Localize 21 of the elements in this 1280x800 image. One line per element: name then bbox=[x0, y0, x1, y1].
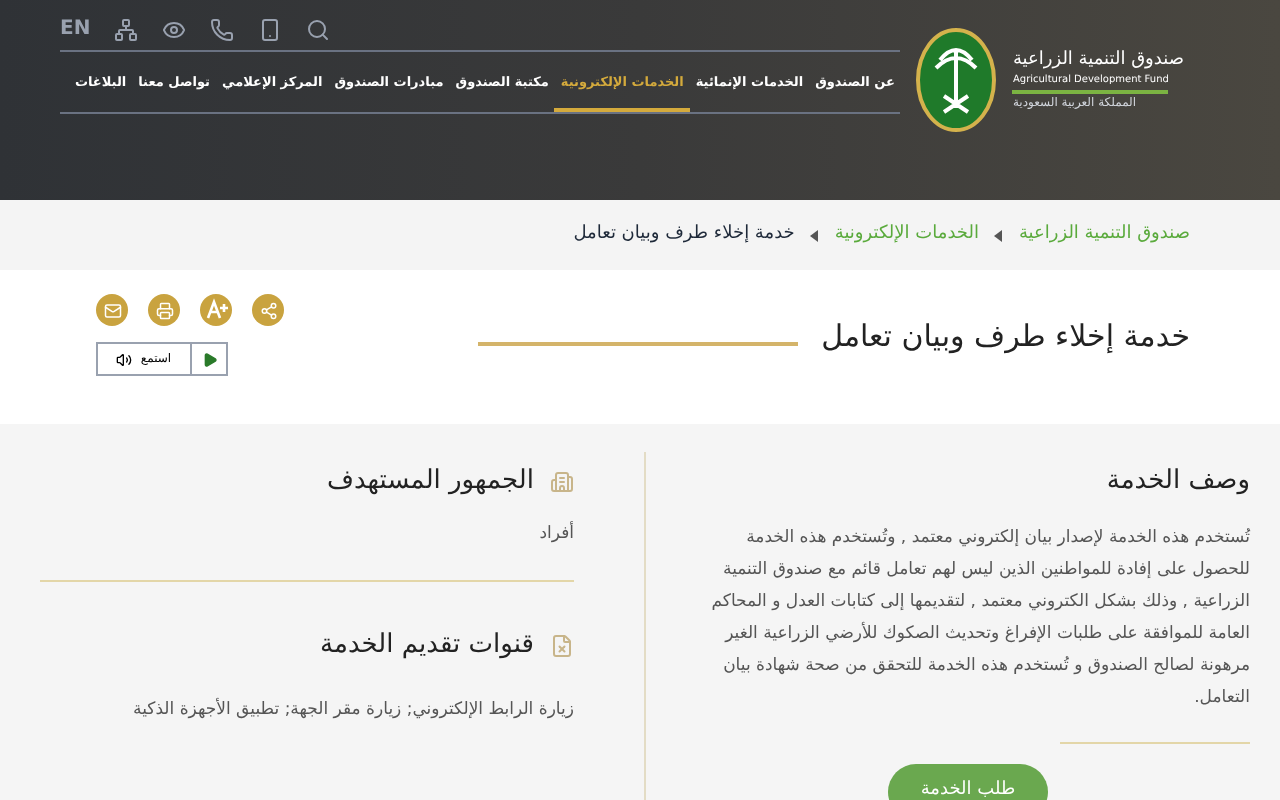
page-title: خدمة إخلاء طرف وبيان تعامل bbox=[821, 316, 1190, 358]
phone-icon[interactable] bbox=[210, 17, 235, 41]
section-title: قنوات تقديم الخدمة bbox=[320, 628, 534, 665]
channels-text: زيارة الرابط الإلكتروني; زيارة مقر الجهة; تطبيق الأجهزة الذكية bbox=[131, 697, 574, 723]
search-icon[interactable] bbox=[306, 17, 331, 41]
building-icon bbox=[550, 469, 574, 494]
sitemap-icon[interactable] bbox=[114, 17, 139, 41]
eye-icon[interactable] bbox=[162, 17, 187, 41]
breadcrumb-current: خدمة إخلاء طرف وبيان تعامل bbox=[573, 221, 795, 248]
logo-name-arabic: صندوق التنمية الزراعية bbox=[1012, 48, 1184, 72]
language-link[interactable]: EN bbox=[60, 14, 91, 44]
speaker-icon bbox=[116, 351, 133, 367]
audience-text: أفراد bbox=[537, 521, 574, 547]
document-icon bbox=[550, 634, 574, 658]
chevron-icon bbox=[810, 229, 819, 241]
section-title: وصف الخدمة bbox=[1104, 464, 1250, 500]
palm-emblem-icon bbox=[916, 28, 997, 132]
mobile-icon[interactable] bbox=[258, 17, 283, 41]
description-text: تُستخدم هذه الخدمة لإصدار بيان إلكتروني معتمد , وتُستخدم هذه الخدمة للحصول على إفادة للمواطنين الذين ليس لهم تعامل قائم مع صندوق التنمية الزراعية , وذلك بشكل الكتروني معتمد , لتقديمها إلى كتابات العدل و المحاكم العامة للموافقة على طلبات الإفراغ وتحديث الصكوك للأرضي الزراعية الغير مرهونة لصالح الصندوق و تُستخدم هذه الخدمة للتحقق من صحة شهادة بيان التعامل. bbox=[709, 525, 1250, 711]
chevron-icon bbox=[994, 229, 1003, 241]
section-title: الجمهور المستهدف bbox=[327, 464, 534, 500]
